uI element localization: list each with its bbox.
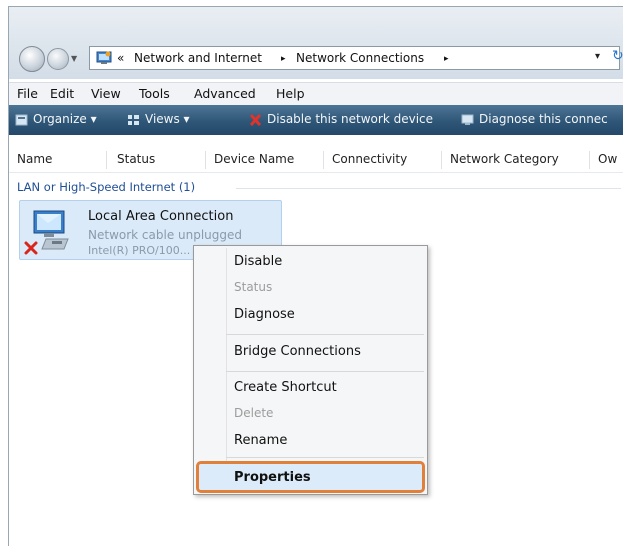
- forward-button[interactable]: [47, 48, 69, 70]
- menu-item-label: Status: [234, 280, 273, 294]
- menu-edit[interactable]: Edit: [50, 86, 74, 101]
- menu-bar: File Edit View Tools Advanced Help: [9, 82, 623, 106]
- menu-item-label: Delete: [234, 406, 274, 420]
- disable-device-icon: [249, 114, 262, 126]
- menu-item-label: Rename: [234, 433, 288, 448]
- address-dropdown-icon[interactable]: ▾: [595, 51, 600, 62]
- column-status[interactable]: Status: [117, 152, 155, 166]
- breadcrumb-separator-icon[interactable]: ▸: [281, 54, 286, 64]
- menu-item-delete[interactable]: Delete: [194, 402, 427, 426]
- address-bar-area: ▼ « Network and Internet ▸ Network Conne…: [9, 7, 623, 79]
- menu-tools[interactable]: Tools: [139, 86, 170, 101]
- menu-item-label: Disable: [234, 254, 283, 269]
- menu-help[interactable]: Help: [276, 86, 305, 101]
- menu-separator: [226, 371, 424, 372]
- views-button[interactable]: Views ▾: [145, 112, 190, 126]
- menu-separator: [226, 334, 424, 335]
- group-divider: [236, 188, 621, 189]
- column-owner[interactable]: Ow: [598, 152, 617, 166]
- menu-item-disable[interactable]: Disable: [194, 250, 427, 274]
- menu-item-label: Diagnose: [234, 307, 295, 322]
- refresh-icon[interactable]: ↻: [612, 48, 623, 64]
- menu-file[interactable]: File: [17, 86, 38, 101]
- command-bar: Organize ▾ Views ▾ Disable this network …: [9, 105, 623, 135]
- column-divider[interactable]: [441, 151, 442, 169]
- menu-advanced[interactable]: Advanced: [194, 86, 256, 101]
- menu-view[interactable]: View: [91, 86, 121, 101]
- connection-status: Network cable unplugged: [88, 228, 243, 242]
- column-divider[interactable]: [589, 151, 590, 169]
- column-connectivity[interactable]: Connectivity: [332, 152, 407, 166]
- column-device-name[interactable]: Device Name: [214, 152, 294, 166]
- column-divider[interactable]: [205, 151, 206, 169]
- column-divider[interactable]: [323, 151, 324, 169]
- menu-item-label: Bridge Connections: [234, 344, 361, 359]
- disable-device-button[interactable]: Disable this network device: [267, 112, 433, 126]
- diagnose-icon: [461, 114, 474, 125]
- network-folder-icon: [96, 51, 112, 64]
- menu-item-status[interactable]: Status: [194, 276, 427, 300]
- menu-item-properties[interactable]: Properties: [194, 466, 427, 490]
- context-menu: Disable Status Diagnose Bridge Connectio…: [193, 245, 428, 495]
- menu-item-create-shortcut[interactable]: Create Shortcut: [194, 376, 427, 400]
- error-x-icon: [24, 241, 38, 255]
- column-headers: Name Status Device Name Connectivity Net…: [9, 148, 623, 173]
- connection-device: Intel(R) PRO/100...: [88, 244, 191, 257]
- menu-separator: [226, 457, 424, 458]
- recent-pages-dropdown-icon[interactable]: ▼: [71, 54, 77, 63]
- column-name[interactable]: Name: [17, 152, 52, 166]
- group-header[interactable]: LAN or High-Speed Internet (1): [17, 180, 195, 194]
- connection-name: Local Area Connection: [88, 209, 234, 224]
- menu-item-label: Create Shortcut: [234, 380, 337, 395]
- views-icon: [128, 115, 139, 125]
- breadcrumb-network-connections[interactable]: Network Connections: [296, 51, 424, 65]
- organize-icon: [15, 114, 28, 126]
- column-network-category[interactable]: Network Category: [450, 152, 559, 166]
- column-divider[interactable]: [106, 151, 107, 169]
- menu-item-label: Properties: [234, 470, 311, 485]
- menu-item-bridge-connections[interactable]: Bridge Connections: [194, 340, 427, 364]
- address-field[interactable]: « Network and Internet ▸ Network Connect…: [89, 46, 623, 70]
- breadcrumb-separator-icon[interactable]: ▸: [444, 54, 449, 64]
- diagnose-connection-button[interactable]: Diagnose this connec: [479, 112, 608, 126]
- menu-item-diagnose[interactable]: Diagnose: [194, 303, 427, 327]
- network-connections-window: ▼ « Network and Internet ▸ Network Conne…: [8, 6, 623, 546]
- menu-item-rename[interactable]: Rename: [194, 429, 427, 453]
- breadcrumb-overflow[interactable]: «: [117, 51, 124, 65]
- breadcrumb-network-and-internet[interactable]: Network and Internet: [134, 51, 262, 65]
- organize-button[interactable]: Organize ▾: [33, 112, 97, 126]
- back-button[interactable]: [19, 46, 45, 72]
